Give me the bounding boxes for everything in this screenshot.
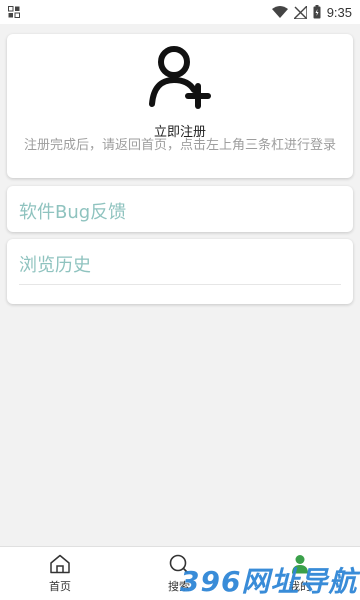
register-hint: 注册完成后，请返回首页，点击左上角三条杠进行登录 — [23, 138, 336, 153]
menu-item-history[interactable]: 浏览历史 — [7, 239, 353, 304]
tab-mine-label: 我的 — [289, 580, 311, 593]
home-icon — [30, 553, 90, 575]
history-label: 浏览历史 — [19, 255, 91, 276]
no-signal-icon — [293, 5, 307, 19]
divider — [19, 284, 341, 285]
wifi-icon — [271, 6, 288, 18]
search-icon — [149, 553, 209, 575]
feedback-label: 软件Bug反馈 — [19, 202, 127, 223]
profile-card: 立即注册 注册完成后，请返回首页，点击左上角三条杠进行登录 — [7, 34, 353, 178]
user-add-icon[interactable] — [148, 44, 212, 112]
tab-search[interactable]: 搜索 — [149, 553, 209, 594]
tab-home-label: 首页 — [49, 580, 71, 593]
menu-item-feedback[interactable]: 软件Bug反馈 — [7, 186, 353, 232]
battery-icon — [313, 5, 321, 19]
status-bar: 9:35 — [0, 0, 360, 24]
bottom-tab-bar: 首页 搜索 我的 — [0, 546, 360, 600]
gallery-icon — [8, 6, 20, 18]
status-time: 9:35 — [326, 4, 352, 20]
tab-home[interactable]: 首页 — [30, 553, 90, 594]
user-icon — [270, 553, 330, 575]
tab-mine[interactable]: 我的 — [270, 553, 330, 594]
tab-search-label: 搜索 — [168, 580, 190, 593]
